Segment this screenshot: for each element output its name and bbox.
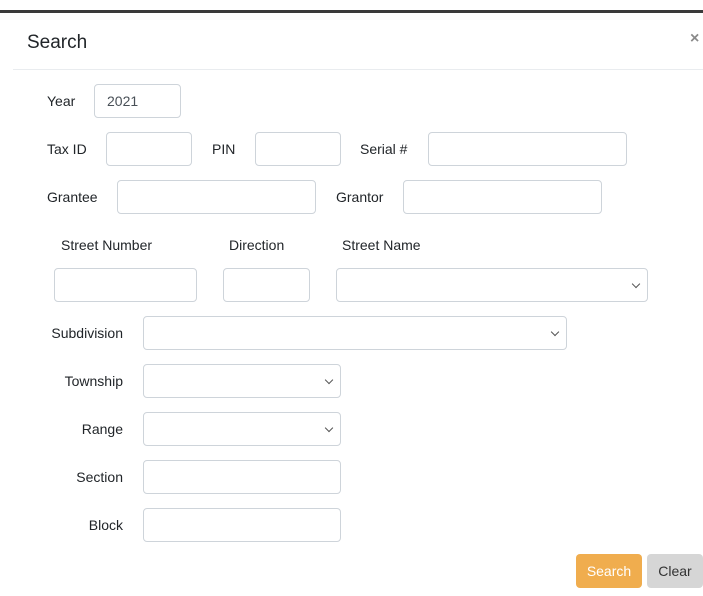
block-input[interactable] [143, 508, 341, 542]
tax-id-label: Tax ID [47, 141, 87, 157]
header-divider [13, 69, 703, 70]
chevron-down-icon [324, 375, 334, 385]
range-label: Range [81, 421, 123, 437]
township-label: Township [64, 373, 123, 389]
township-select[interactable] [143, 364, 341, 398]
chevron-down-icon [550, 327, 560, 337]
subdivision-label: Subdivision [51, 325, 123, 341]
grantee-input[interactable] [117, 180, 316, 214]
clear-button[interactable]: Clear [647, 554, 703, 588]
pin-input[interactable] [255, 132, 341, 166]
chevron-down-icon [631, 279, 641, 289]
street-number-input[interactable] [54, 268, 197, 302]
subdivision-select[interactable] [143, 316, 567, 350]
close-icon[interactable]: × [690, 30, 699, 48]
grantor-label: Grantor [336, 189, 384, 205]
search-button[interactable]: Search [576, 554, 642, 588]
section-input[interactable] [143, 460, 341, 494]
block-label: Block [88, 517, 123, 533]
section-label: Section [76, 469, 123, 485]
street-name-label: Street Name [342, 237, 421, 253]
direction-label: Direction [229, 237, 285, 253]
range-select[interactable] [143, 412, 341, 446]
modal-top-border [0, 10, 703, 13]
modal-title: Search [27, 32, 88, 53]
pin-label: PIN [212, 141, 236, 157]
year-label: Year [47, 93, 76, 109]
chevron-down-icon [324, 423, 334, 433]
serial-input[interactable] [428, 132, 627, 166]
street-number-label: Street Number [61, 237, 153, 253]
direction-input[interactable] [223, 268, 310, 302]
serial-label: Serial # [360, 141, 408, 157]
street-name-select[interactable] [336, 268, 648, 302]
year-input[interactable] [94, 84, 181, 118]
tax-id-input[interactable] [106, 132, 192, 166]
grantor-input[interactable] [403, 180, 602, 214]
grantee-label: Grantee [47, 189, 98, 205]
